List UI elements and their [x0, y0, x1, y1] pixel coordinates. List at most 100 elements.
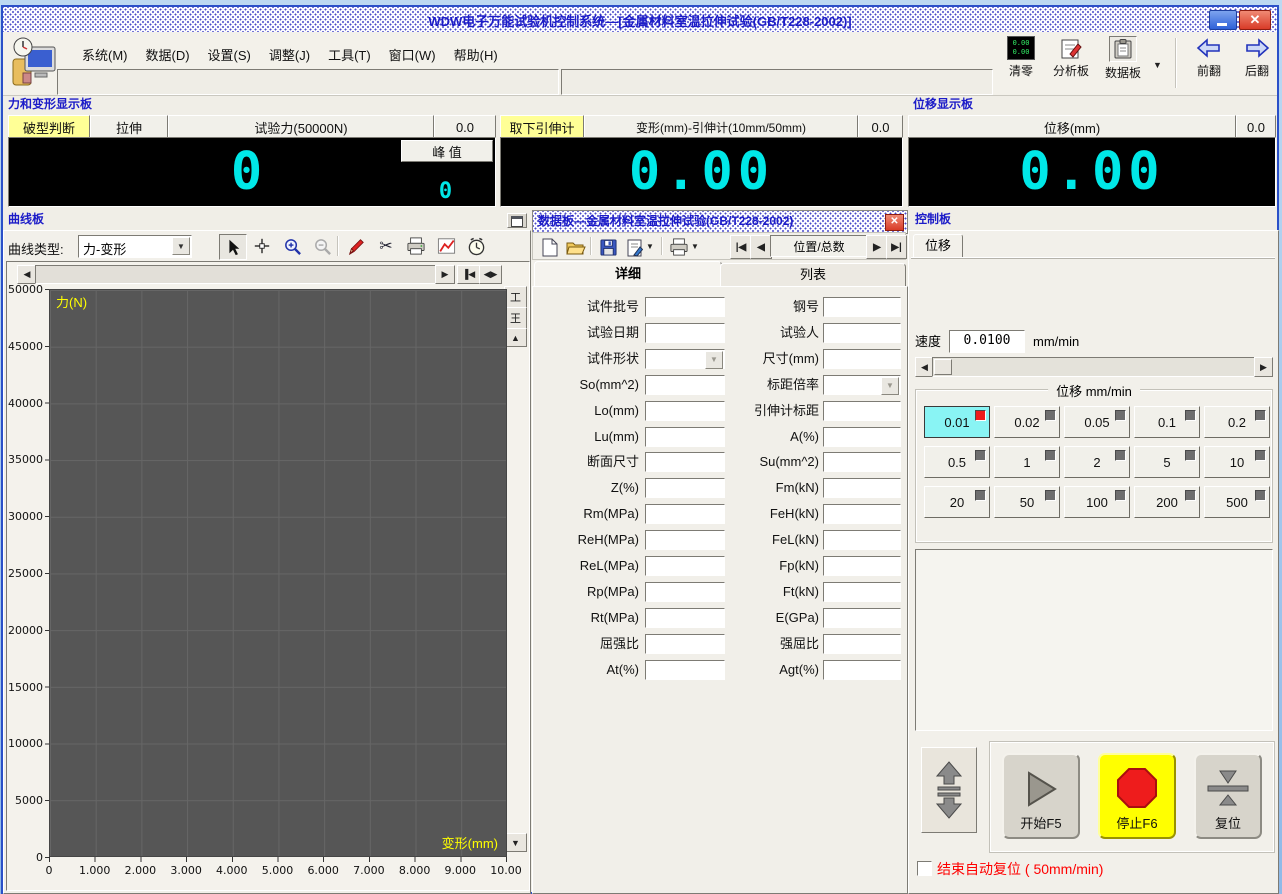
reset-button[interactable]: 复位 — [1194, 753, 1262, 839]
speed-button-0.01[interactable]: 0.01 — [924, 406, 990, 438]
field-input[interactable] — [823, 582, 901, 602]
minimize-button[interactable] — [1209, 10, 1237, 30]
nav-prev-button[interactable]: ◀ — [750, 235, 772, 259]
peak-button[interactable]: 峰 值 — [401, 140, 493, 162]
nav-next-button[interactable]: ▶ — [866, 235, 888, 259]
curve-type-arrow-icon[interactable]: ▼ — [172, 237, 190, 255]
stop-button[interactable]: 停止F6 — [1098, 753, 1176, 839]
next-page-button[interactable]: 后翻 — [1235, 36, 1279, 79]
jog-button[interactable] — [921, 747, 977, 833]
hscroll-left-button[interactable]: ◀ — [17, 265, 37, 284]
tab-list[interactable]: 列表 — [720, 263, 906, 287]
combo-arrow-icon[interactable]: ▼ — [705, 351, 723, 369]
speed-button-5[interactable]: 5 — [1134, 446, 1200, 478]
field-input[interactable] — [823, 530, 901, 550]
speed-slider-right-button[interactable]: ▶ — [1254, 357, 1273, 377]
speed-button-20[interactable]: 20 — [924, 486, 990, 518]
field-input[interactable] — [823, 323, 901, 343]
speed-button-10[interactable]: 10 — [1204, 446, 1270, 478]
speed-button-0.1[interactable]: 0.1 — [1134, 406, 1200, 438]
field-input[interactable] — [645, 634, 725, 654]
start-button[interactable]: 开始F5 — [1002, 753, 1080, 839]
auto-reset-checkbox[interactable] — [917, 861, 932, 876]
vscroll-up-button[interactable]: ▲ — [504, 328, 527, 347]
field-input[interactable] — [645, 297, 725, 317]
timer-tool-button[interactable] — [463, 234, 489, 258]
field-input[interactable] — [645, 375, 725, 395]
speed-button-0.02[interactable]: 0.02 — [994, 406, 1060, 438]
field-input[interactable] — [823, 634, 901, 654]
speed-slider-track[interactable] — [932, 357, 1256, 377]
print-curve-button[interactable] — [403, 234, 429, 258]
menu-item-6[interactable]: 帮助(H) — [445, 42, 507, 67]
tab-displacement[interactable]: 位移 — [913, 234, 963, 259]
hscroll-track[interactable] — [35, 265, 437, 284]
speed-button-500[interactable]: 500 — [1204, 486, 1270, 518]
fit-half-button[interactable]: 王 — [504, 307, 527, 329]
cut-tool-button[interactable]: ✂ — [373, 234, 399, 258]
prev-page-button[interactable]: 前翻 — [1187, 36, 1231, 79]
field-input[interactable]: ▼ — [823, 375, 901, 395]
tensile-button[interactable]: 拉伸 — [90, 115, 168, 139]
new-record-button[interactable] — [538, 235, 562, 259]
chart-tool-button[interactable] — [433, 234, 459, 258]
menu-item-4[interactable]: 工具(T) — [319, 42, 380, 67]
menu-item-5[interactable]: 窗口(W) — [380, 42, 445, 67]
field-input[interactable] — [645, 478, 725, 498]
report-dropdown-arrow[interactable]: ▼ — [646, 242, 654, 251]
field-input[interactable] — [645, 401, 725, 421]
field-input[interactable] — [645, 556, 725, 576]
field-input[interactable] — [645, 427, 725, 447]
break-judge-button[interactable]: 破型判断 — [8, 115, 90, 139]
field-input[interactable] — [823, 478, 901, 498]
speed-slider-thumb[interactable] — [934, 359, 952, 375]
field-input[interactable] — [645, 608, 725, 628]
speed-button-2[interactable]: 2 — [1064, 446, 1130, 478]
field-input[interactable] — [645, 323, 725, 343]
menu-item-0[interactable]: 系统(M) — [73, 42, 137, 67]
report-button[interactable] — [622, 235, 646, 259]
field-input[interactable] — [823, 452, 901, 472]
fit-vertical-button[interactable]: 工 — [504, 286, 527, 308]
zoom-out-tool-button[interactable] — [309, 234, 335, 258]
fit-width-button[interactable]: ▐◀ — [457, 265, 480, 284]
field-input[interactable] — [645, 452, 725, 472]
board-dropdown-arrow[interactable]: ▼ — [1153, 60, 1162, 70]
speed-button-100[interactable]: 100 — [1064, 486, 1130, 518]
field-input[interactable] — [823, 504, 901, 524]
open-file-button[interactable] — [564, 235, 588, 259]
field-input[interactable] — [823, 349, 901, 369]
speed-button-0.05[interactable]: 0.05 — [1064, 406, 1130, 438]
cursor-tool-button[interactable] — [219, 234, 247, 260]
field-input[interactable] — [645, 582, 725, 602]
title-bar[interactable]: WDW电子万能试验机控制系统—[金属材料室温拉伸试验(GB/T228-2002)… — [3, 7, 1277, 33]
analysis-board-button[interactable]: 分析板 — [1047, 36, 1095, 79]
field-input[interactable] — [823, 608, 901, 628]
nav-last-button[interactable]: ▶| — [886, 235, 907, 259]
fit-all-button[interactable]: ◀▶ — [479, 265, 502, 284]
menu-item-3[interactable]: 调整(J) — [260, 42, 319, 67]
crosshair-tool-button[interactable] — [249, 234, 275, 258]
speed-button-0.2[interactable]: 0.2 — [1204, 406, 1270, 438]
field-input[interactable] — [823, 660, 901, 680]
extenso-remove-button[interactable]: 取下引伸计 — [500, 115, 584, 139]
data-panel-close-button[interactable]: ✕ — [885, 214, 904, 231]
field-input[interactable] — [645, 504, 725, 524]
print-dropdown-arrow[interactable]: ▼ — [691, 242, 699, 251]
field-input[interactable]: ▼ — [645, 349, 725, 369]
field-input[interactable] — [645, 530, 725, 550]
save-button[interactable] — [596, 235, 620, 259]
print-report-button[interactable] — [667, 235, 691, 259]
speed-button-1[interactable]: 1 — [994, 446, 1060, 478]
menu-item-1[interactable]: 数据(D) — [137, 42, 199, 67]
speed-input[interactable]: 0.0100 — [949, 330, 1025, 353]
combo-arrow-icon[interactable]: ▼ — [881, 377, 899, 395]
vscroll-down-button[interactable]: ▼ — [504, 833, 527, 852]
field-input[interactable] — [823, 297, 901, 317]
field-input[interactable] — [823, 556, 901, 576]
speed-button-50[interactable]: 50 — [994, 486, 1060, 518]
plot-area[interactable]: 力(N) 变形(mm) — [49, 289, 507, 857]
speed-button-200[interactable]: 200 — [1134, 486, 1200, 518]
nav-first-button[interactable]: |◀ — [730, 235, 752, 259]
speed-button-0.5[interactable]: 0.5 — [924, 446, 990, 478]
